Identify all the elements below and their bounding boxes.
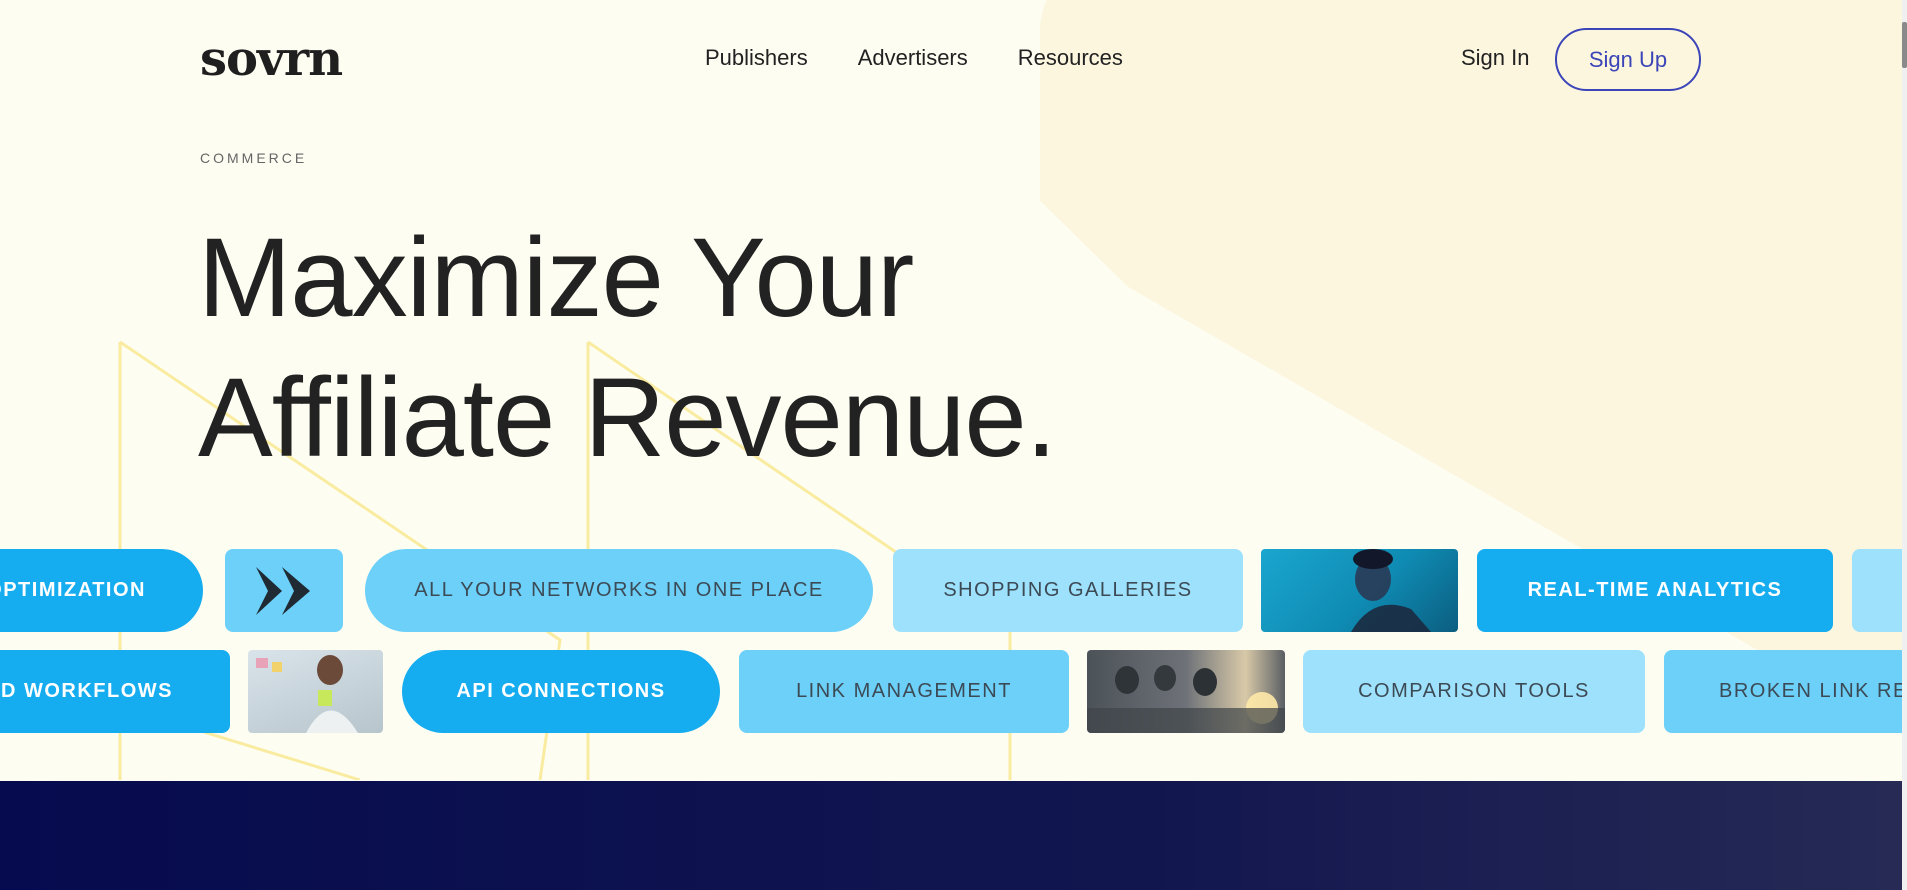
presenter-photo-image	[248, 650, 383, 733]
sign-in-link[interactable]: Sign In	[1461, 44, 1530, 72]
pill-label: OPTIMIZATION	[0, 579, 146, 601]
pill-api-connections: API CONNECTIONS	[402, 650, 720, 733]
scrollbar[interactable]	[1902, 0, 1907, 890]
hero-title: Maximize Your Affiliate Revenue.	[198, 208, 1098, 488]
pill-label: BROKEN LINK RE	[1719, 680, 1902, 702]
feature-row-2: ED WORKFLOWS API CONNECTIONS LINK MANAGE…	[0, 650, 1902, 733]
dark-section-band	[0, 781, 1902, 890]
pill-broken-link: BROKEN LINK RE	[1664, 650, 1902, 733]
pill-label: COMPARISON TOOLS	[1358, 680, 1590, 702]
pill-partial	[1852, 549, 1902, 632]
hero-title-line-1: Maximize Your	[198, 215, 914, 340]
pill-automated-workflows: ED WORKFLOWS	[0, 650, 230, 733]
pill-label: ALL YOUR NETWORKS IN ONE PLACE	[414, 579, 824, 601]
nav-publishers[interactable]: Publishers	[705, 44, 808, 72]
page: sovrn Publishers Advertisers Resources S…	[0, 0, 1902, 890]
person-photo-image	[1261, 549, 1458, 632]
pill-optimization: OPTIMIZATION	[0, 549, 203, 632]
feature-row-1: OPTIMIZATION ALL YOUR NETWORKS IN ONE PL…	[0, 549, 1902, 632]
section-eyebrow: COMMERCE	[200, 150, 308, 166]
hero-title-line-2: Affiliate Revenue.	[198, 355, 1057, 480]
main-nav: Publishers Advertisers Resources	[705, 44, 1123, 72]
pill-label: API CONNECTIONS	[456, 680, 666, 702]
pill-label: SHOPPING GALLERIES	[943, 579, 1193, 601]
pill-comparison-tools: COMPARISON TOOLS	[1303, 650, 1645, 733]
pill-shopping-galleries: SHOPPING GALLERIES	[893, 549, 1243, 632]
pill-label: LINK MANAGEMENT	[796, 680, 1012, 702]
sovrn-logo[interactable]: sovrn	[200, 32, 343, 86]
pill-real-time-analytics: REAL-TIME ANALYTICS	[1477, 549, 1833, 632]
sign-up-button[interactable]: Sign Up	[1555, 28, 1701, 91]
meeting-photo-image	[1087, 650, 1285, 733]
scrollbar-thumb[interactable]	[1902, 22, 1907, 68]
pill-link-management: LINK MANAGEMENT	[739, 650, 1069, 733]
pill-label: ED WORKFLOWS	[0, 680, 173, 702]
nav-advertisers[interactable]: Advertisers	[858, 44, 968, 72]
fast-forward-icon	[225, 549, 343, 632]
nav-resources[interactable]: Resources	[1018, 44, 1123, 72]
pill-label: REAL-TIME ANALYTICS	[1527, 579, 1783, 601]
pill-all-networks: ALL YOUR NETWORKS IN ONE PLACE	[365, 549, 873, 632]
